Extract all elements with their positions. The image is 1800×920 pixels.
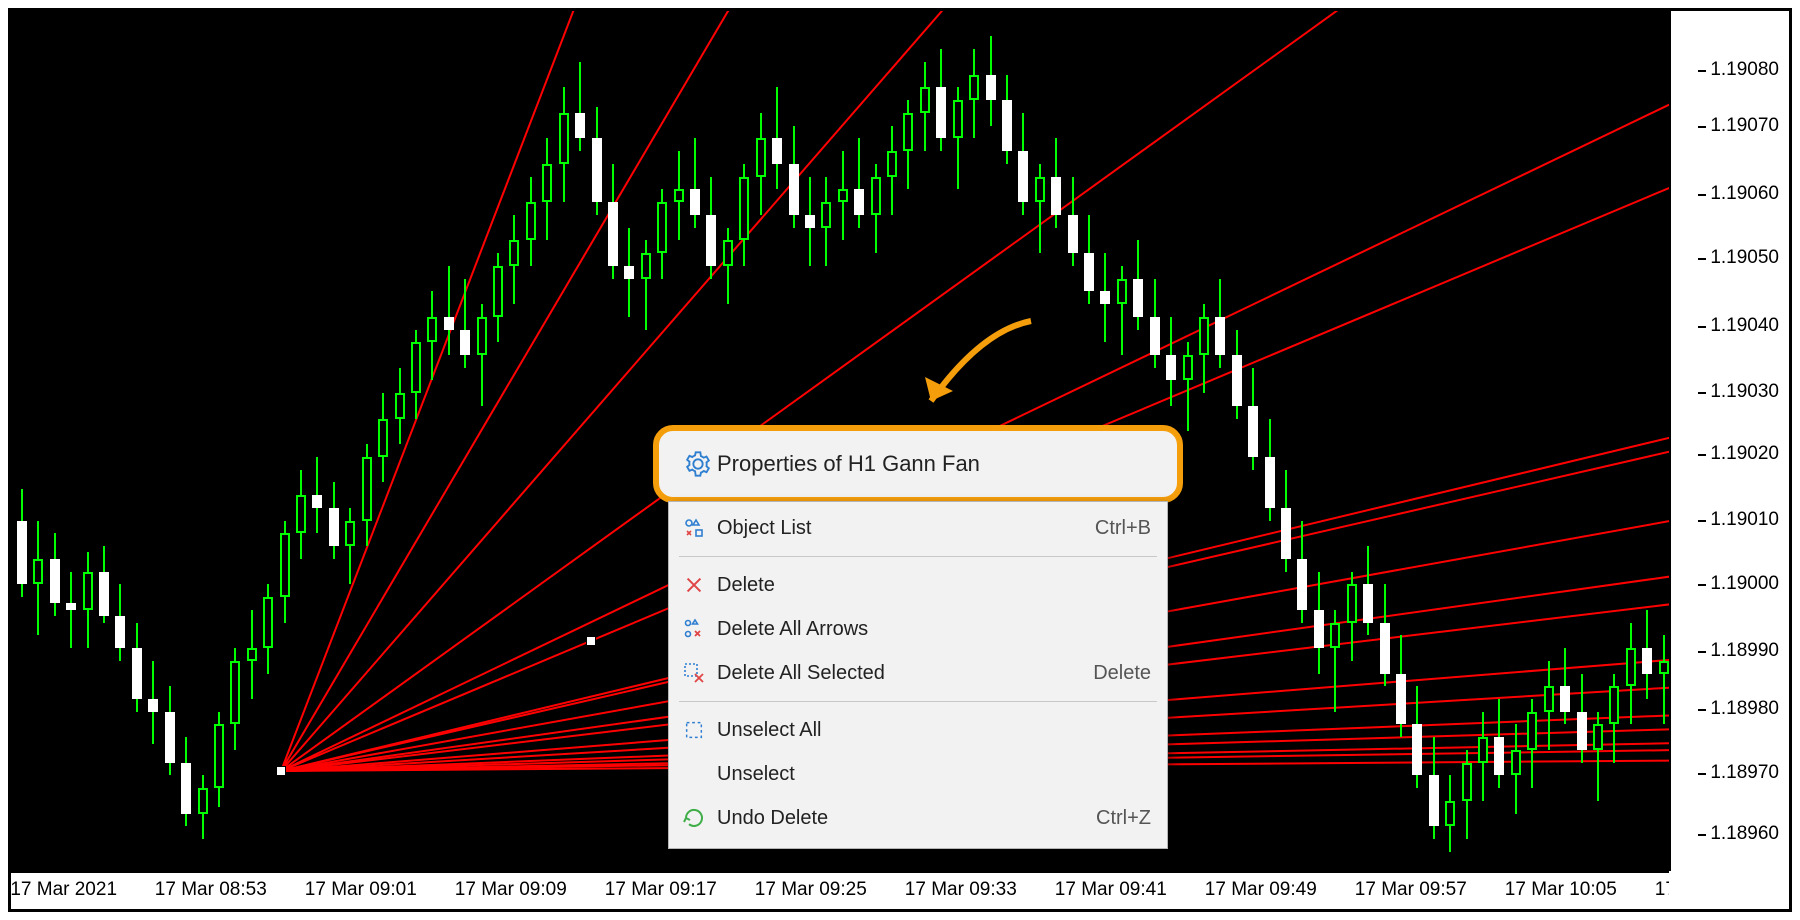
menu-item-delete[interactable]: Delete <box>669 563 1167 607</box>
menu-object-list-shortcut: Ctrl+B <box>1095 517 1151 540</box>
gear-icon <box>679 450 717 478</box>
shapes-icon <box>677 516 711 540</box>
time-tick: 17 Mar 10:13 <box>1655 879 1669 901</box>
time-tick: 17 Mar 09:41 <box>1055 879 1167 901</box>
price-tick: 1.19080 <box>1710 59 1779 81</box>
menu-delete-all-selected-shortcut: Delete <box>1093 662 1151 685</box>
menu-item-delete-all-selected[interactable]: Delete All Selected Delete <box>669 651 1167 695</box>
menu-separator <box>679 701 1157 702</box>
menu-delete-all-selected-label: Delete All Selected <box>711 662 1093 685</box>
menu-item-properties-highlight[interactable]: Properties of H1 Gann Fan <box>653 425 1183 503</box>
menu-delete-all-arrows-label: Delete All Arrows <box>711 618 1151 641</box>
price-tick: 1.19000 <box>1710 573 1779 595</box>
price-tick: 1.19020 <box>1710 443 1779 465</box>
shapes-x-icon <box>677 617 711 641</box>
x-icon <box>677 574 711 596</box>
select-x-icon <box>677 661 711 685</box>
menu-item-undo-delete[interactable]: Undo Delete Ctrl+Z <box>669 796 1167 840</box>
menu-separator <box>679 556 1157 557</box>
price-tick: 1.19050 <box>1710 247 1779 269</box>
context-menu: Object List Ctrl+B Delete Delete All Arr… <box>668 501 1168 849</box>
menu-delete-label: Delete <box>711 574 1151 597</box>
price-tick: 1.19010 <box>1710 509 1779 531</box>
price-axis[interactable]: 1.19080 1.19070 1.19060 1.19050 1.19040 1.190… <box>1669 11 1789 871</box>
menu-object-list-label: Object List <box>711 517 1095 540</box>
price-tick: 1.19030 <box>1710 381 1779 403</box>
menu-properties-label: Properties of H1 Gann Fan <box>717 451 980 477</box>
time-tick: 17 Mar 09:25 <box>755 879 867 901</box>
menu-undo-delete-label: Undo Delete <box>711 807 1096 830</box>
time-tick: 17 Mar 2021 <box>11 879 117 901</box>
time-tick: 17 Mar 09:01 <box>305 879 417 901</box>
time-tick: 17 Mar 09:49 <box>1205 879 1317 901</box>
gann-fan-handle-second[interactable] <box>586 636 596 646</box>
menu-unselect-label: Unselect <box>711 763 1151 786</box>
dashed-square-icon <box>677 719 711 741</box>
time-tick: 17 Mar 09:17 <box>605 879 717 901</box>
time-tick: 17 Mar 08:53 <box>155 879 267 901</box>
time-axis[interactable]: 17 Mar 2021 17 Mar 08:53 17 Mar 09:01 17 Ma… <box>11 871 1669 909</box>
gann-fan-handle-origin[interactable] <box>276 766 286 776</box>
time-tick: 17 Mar 09:09 <box>455 879 567 901</box>
chart-window: 1.19080 1.19070 1.19060 1.19050 1.19040 1.190… <box>8 8 1792 912</box>
price-tick: 1.18970 <box>1710 762 1779 784</box>
price-tick: 1.18960 <box>1710 823 1779 845</box>
menu-undo-delete-shortcut: Ctrl+Z <box>1096 807 1151 830</box>
time-tick: 17 Mar 10:05 <box>1505 879 1617 901</box>
menu-unselect-all-label: Unselect All <box>711 719 1151 742</box>
time-tick: 17 Mar 09:57 <box>1355 879 1467 901</box>
price-tick: 1.19040 <box>1710 315 1779 337</box>
price-tick: 1.18990 <box>1710 640 1779 662</box>
undo-icon <box>677 806 711 830</box>
price-tick: 1.18980 <box>1710 698 1779 720</box>
menu-item-delete-all-arrows[interactable]: Delete All Arrows <box>669 607 1167 651</box>
menu-item-unselect[interactable]: Unselect <box>669 752 1167 796</box>
price-tick: 1.19060 <box>1710 183 1779 205</box>
price-tick: 1.19070 <box>1710 115 1779 137</box>
menu-item-object-list[interactable]: Object List Ctrl+B <box>669 506 1167 550</box>
menu-item-unselect-all[interactable]: Unselect All <box>669 708 1167 752</box>
time-tick: 17 Mar 09:33 <box>905 879 1017 901</box>
